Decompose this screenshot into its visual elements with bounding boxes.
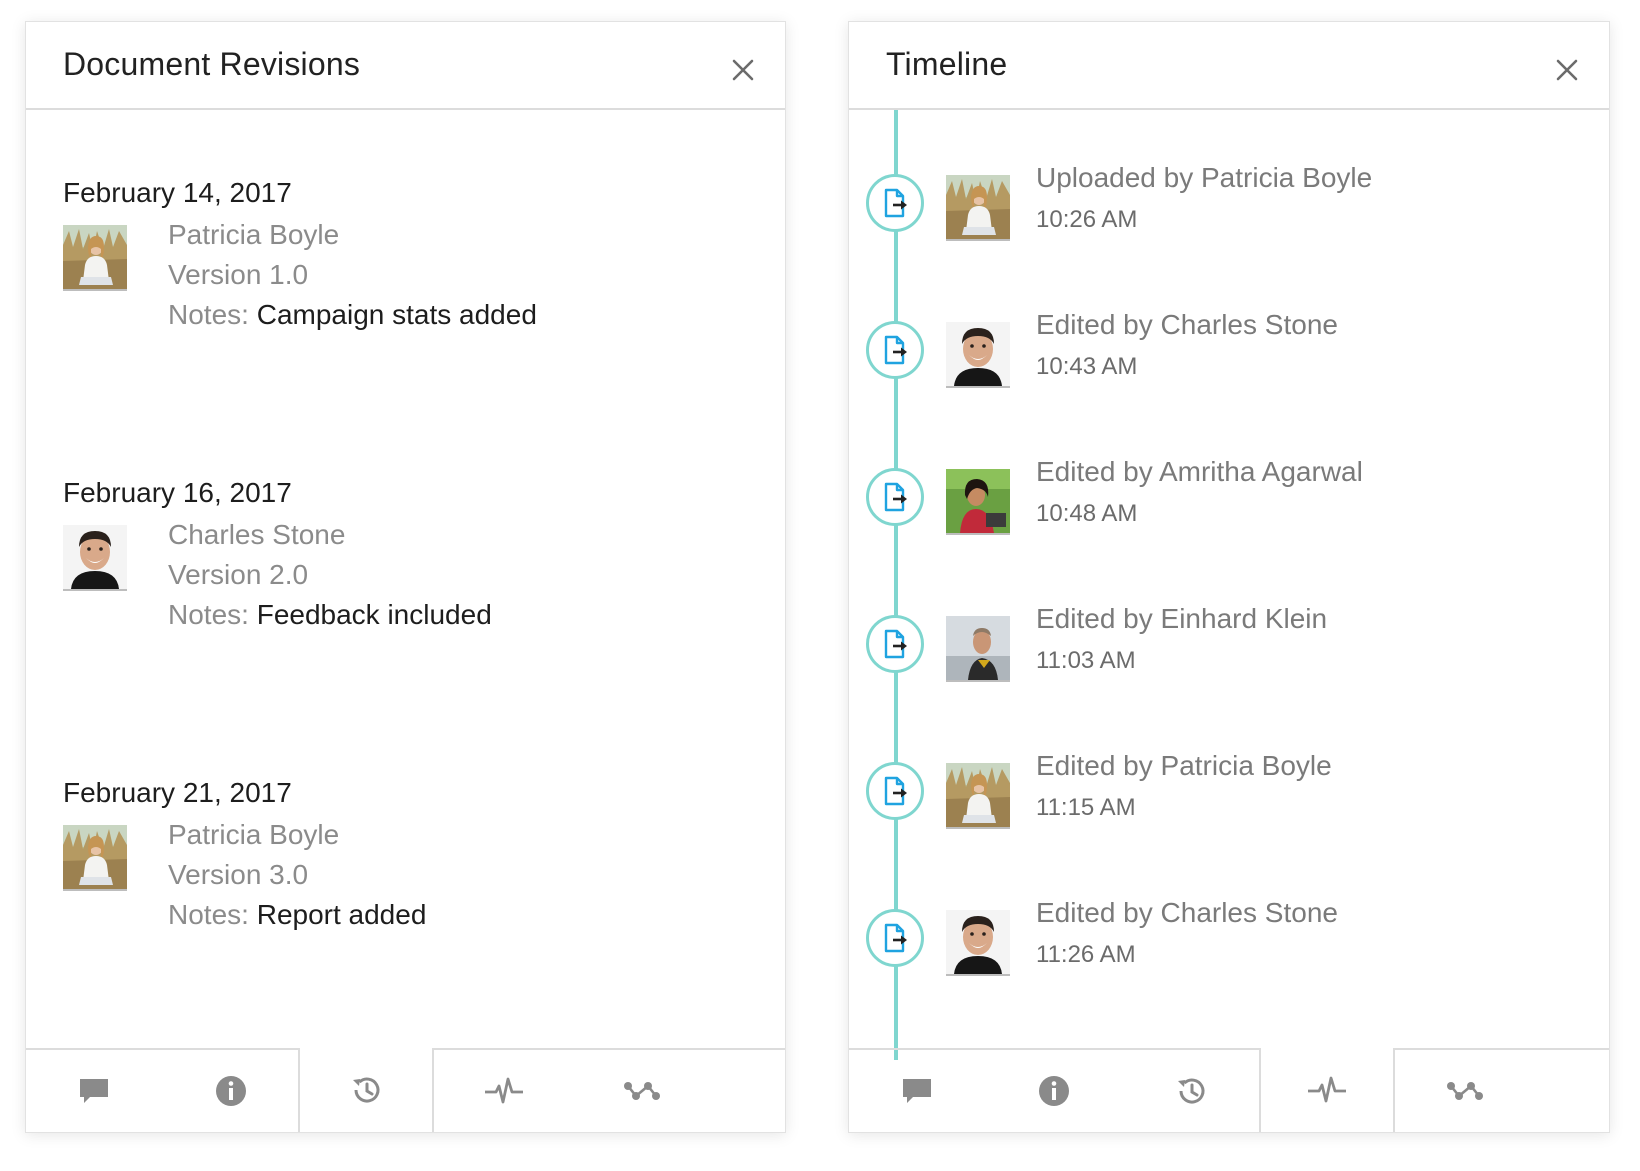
panel-header: Timeline xyxy=(849,22,1609,110)
event-time: 11:26 AM xyxy=(1036,941,1136,968)
revision-date: February 16, 2017 xyxy=(63,477,292,508)
timeline-event: Edited by Charles Stone 10:43 AM xyxy=(849,309,1609,441)
bottom-toolbar xyxy=(849,1048,1609,1132)
event-time: 11:15 AM xyxy=(1036,794,1136,821)
revision-date: February 14, 2017 xyxy=(63,177,292,208)
notes-value: Report added xyxy=(256,899,427,930)
event-text: Edited by Amritha Agarwal xyxy=(1036,456,1363,487)
workflow-icon[interactable] xyxy=(1397,1050,1533,1132)
revision-notes: Notes: Report added xyxy=(168,899,426,931)
patricia-boyle-avatar xyxy=(946,175,1010,239)
event-text: Edited by Patricia Boyle xyxy=(1036,750,1332,781)
document-move-icon xyxy=(866,909,924,967)
comment-icon[interactable] xyxy=(849,1050,985,1132)
timeline-event: Uploaded by Patricia Boyle 10:26 AM xyxy=(849,162,1609,294)
patricia-boyle-avatar xyxy=(946,763,1010,827)
revision-notes: Notes: Feedback included xyxy=(168,599,492,631)
document-move-icon xyxy=(866,174,924,232)
event-time: 10:43 AM xyxy=(1036,353,1138,380)
revision-version: Version 1.0 xyxy=(168,259,309,290)
revision-author: Charles Stone xyxy=(168,519,346,550)
document-move-icon xyxy=(866,762,924,820)
panel-header: Document Revisions xyxy=(26,22,785,110)
charles-stone-avatar xyxy=(63,525,127,589)
document-move-icon xyxy=(866,321,924,379)
notes-label: Notes: xyxy=(168,299,249,330)
timeline-event: Edited by Charles Stone 11:26 AM xyxy=(849,897,1609,1029)
amritha-agarwal-avatar xyxy=(946,469,1010,533)
close-icon[interactable] xyxy=(1555,58,1579,82)
info-icon[interactable] xyxy=(163,1050,299,1132)
charles-stone-avatar xyxy=(946,322,1010,386)
workflow-icon[interactable] xyxy=(574,1050,710,1132)
panel-title: Timeline xyxy=(886,46,1008,82)
patricia-boyle-avatar xyxy=(63,225,127,289)
event-time: 10:48 AM xyxy=(1036,500,1138,527)
revision-date: February 21, 2017 xyxy=(63,777,292,808)
notes-label: Notes: xyxy=(168,599,249,630)
revision-author: Patricia Boyle xyxy=(168,819,340,850)
timeline-panel: Timeline Uploaded by Patricia Boyle 10:2… xyxy=(848,21,1610,1133)
patricia-boyle-avatar xyxy=(63,825,127,889)
document-move-icon xyxy=(866,468,924,526)
revision-version: Version 3.0 xyxy=(168,859,309,890)
notes-value: Campaign stats added xyxy=(256,299,537,330)
notes-label: Notes: xyxy=(168,899,249,930)
notes-value: Feedback included xyxy=(256,599,492,630)
revision-version: Version 2.0 xyxy=(168,559,309,590)
charles-stone-avatar xyxy=(946,910,1010,974)
comment-icon[interactable] xyxy=(26,1050,162,1132)
timeline-event: Edited by Einhard Klein 11:03 AM xyxy=(849,603,1609,735)
document-move-icon xyxy=(866,615,924,673)
activity-icon[interactable] xyxy=(436,1050,572,1132)
timeline-event: Edited by Patricia Boyle 11:15 AM xyxy=(849,750,1609,882)
einhard-klein-avatar xyxy=(946,616,1010,680)
event-text: Edited by Charles Stone xyxy=(1036,897,1338,928)
close-icon[interactable] xyxy=(731,58,755,82)
history-icon[interactable] xyxy=(1123,1050,1259,1132)
timeline-event: Edited by Amritha Agarwal 10:48 AM xyxy=(849,456,1609,588)
revision-author: Patricia Boyle xyxy=(168,219,340,250)
event-text: Edited by Charles Stone xyxy=(1036,309,1338,340)
history-icon[interactable] xyxy=(298,1048,434,1132)
panel-title: Document Revisions xyxy=(63,46,361,82)
event-time: 11:03 AM xyxy=(1036,647,1136,674)
document-revisions-panel: Document Revisions February 14, 2017 Pat… xyxy=(25,21,786,1133)
event-time: 10:26 AM xyxy=(1036,206,1138,233)
activity-icon[interactable] xyxy=(1259,1048,1395,1132)
event-text: Uploaded by Patricia Boyle xyxy=(1036,162,1373,193)
info-icon[interactable] xyxy=(986,1050,1122,1132)
bottom-toolbar xyxy=(26,1048,785,1132)
event-text: Edited by Einhard Klein xyxy=(1036,603,1328,634)
revision-notes: Notes: Campaign stats added xyxy=(168,299,537,331)
